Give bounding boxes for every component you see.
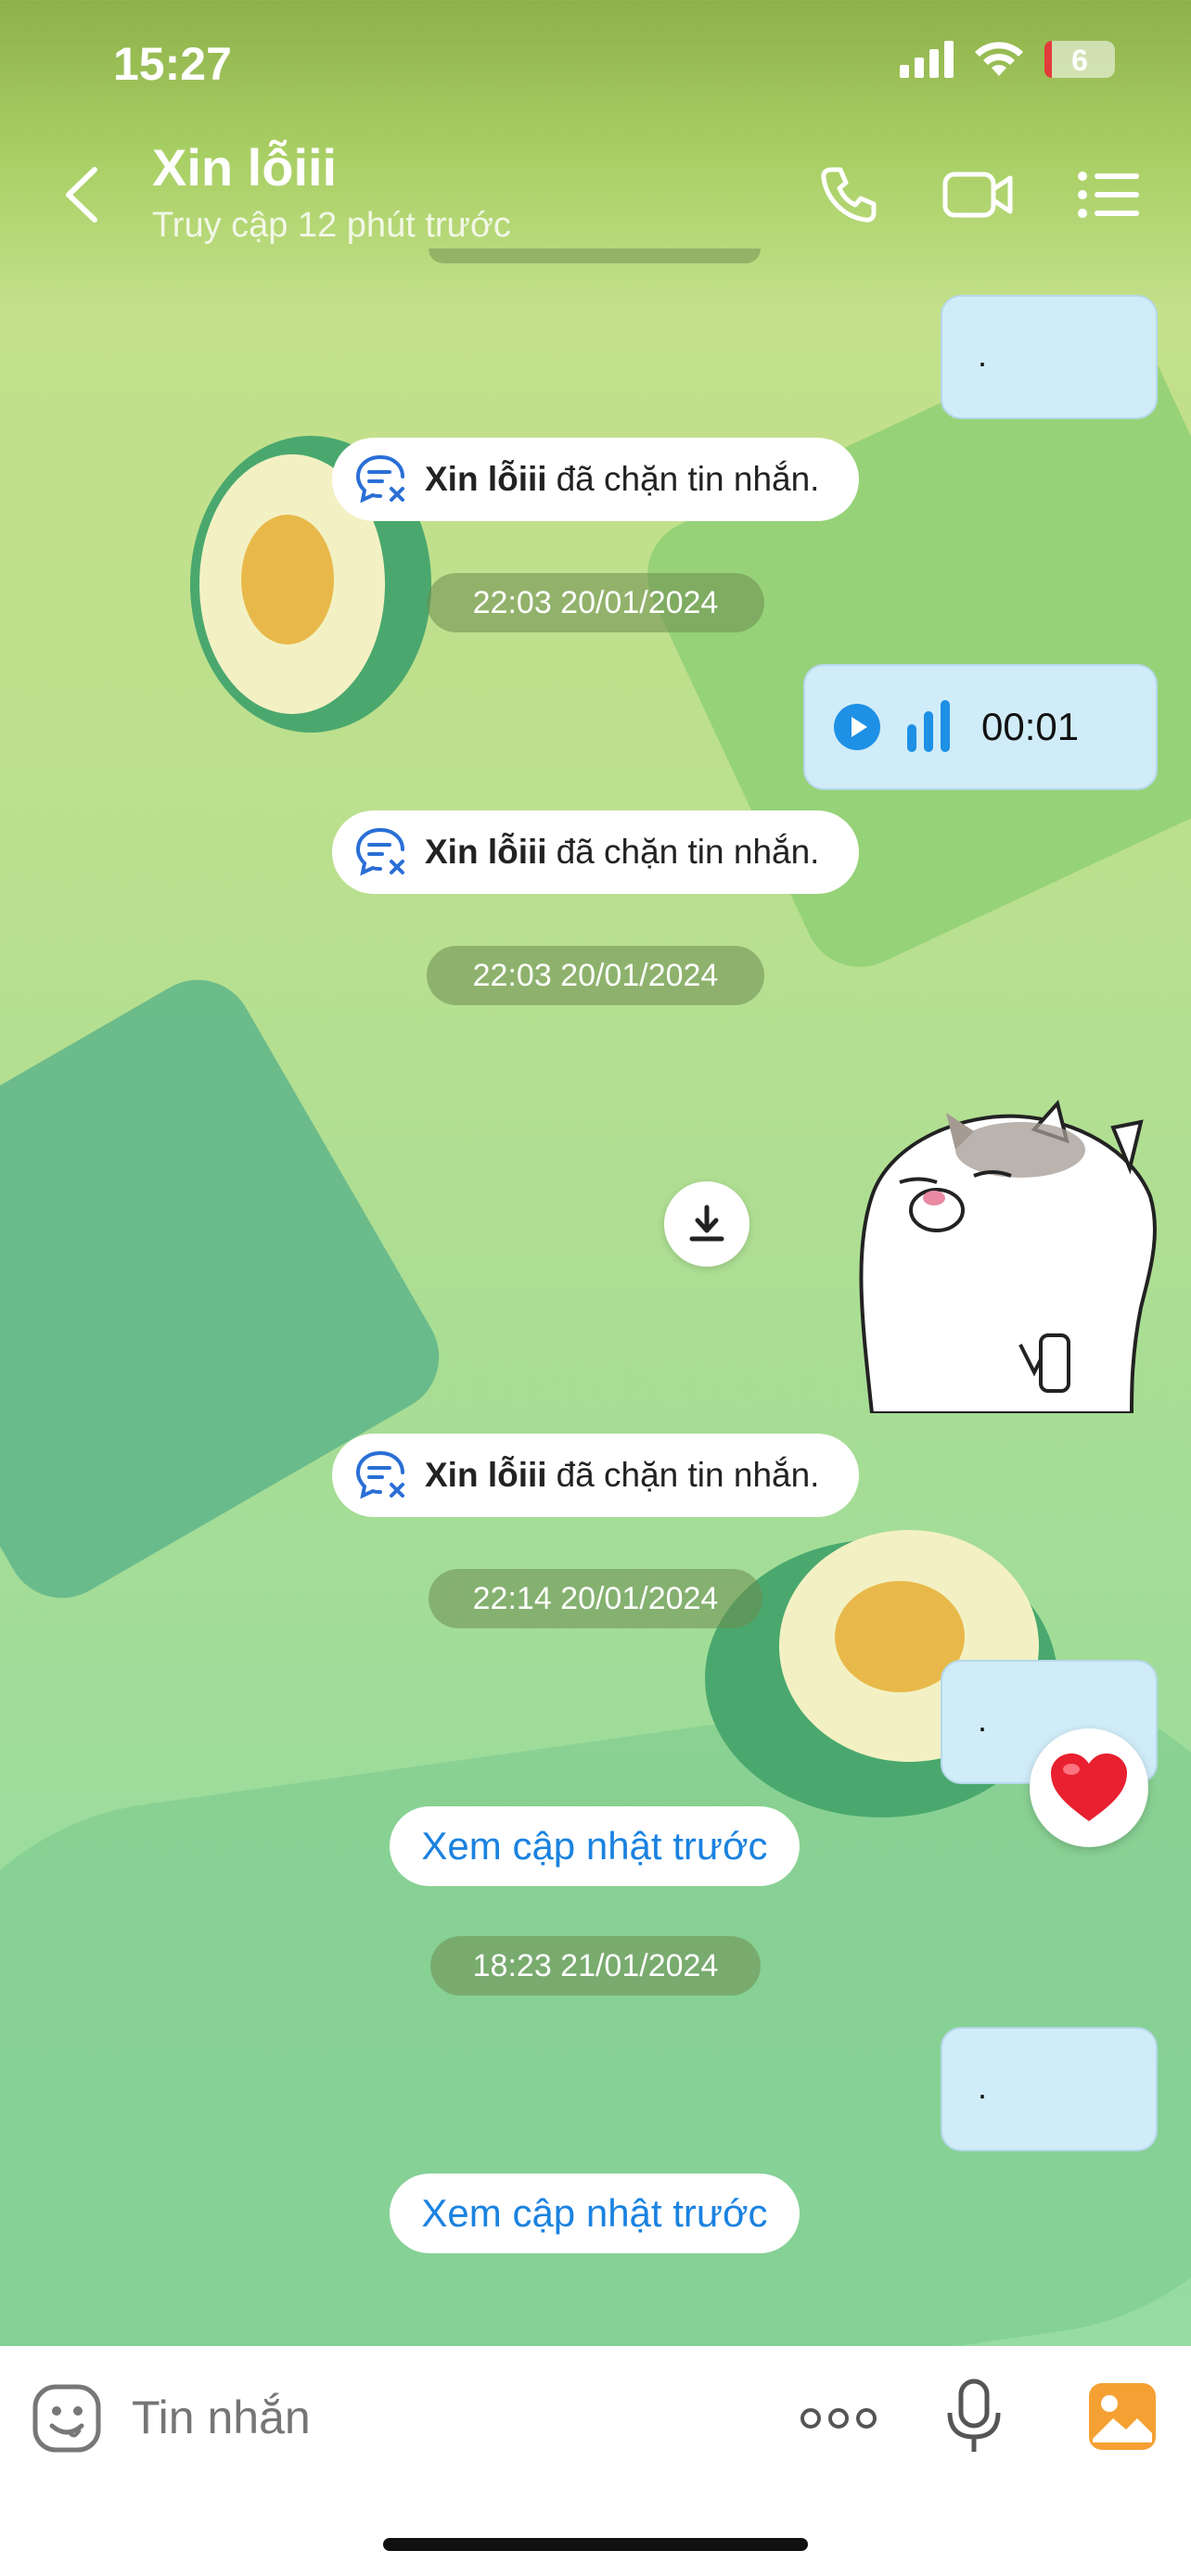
background-leaf-shape: [0, 959, 460, 1619]
heart-icon: [1051, 1753, 1127, 1821]
home-indicator: [383, 2538, 808, 2551]
photo-button[interactable]: [1087, 2381, 1158, 2452]
view-previous-updates-link[interactable]: Xem cập nhật trước: [390, 2174, 800, 2253]
sticker-button[interactable]: [32, 2383, 102, 2454]
notice-name: Xin lỗiii: [425, 833, 547, 871]
video-call-button[interactable]: [937, 153, 1020, 236]
status-time: 15:27: [113, 38, 232, 90]
call-button[interactable]: [807, 153, 890, 236]
partial-time-pill: [429, 249, 761, 263]
time-divider: 18:23 21/01/2024: [430, 1936, 761, 1996]
view-previous-updates-link[interactable]: Xem cập nhật trước: [390, 1806, 800, 1886]
microphone-icon: [947, 2378, 1001, 2452]
voice-duration: 00:01: [981, 705, 1080, 748]
message-text: .: [978, 2068, 988, 2106]
time-divider: 22:14 20/01/2024: [429, 1569, 762, 1628]
wifi-icon: [975, 42, 1023, 76]
reaction-badge[interactable]: [1030, 1728, 1148, 1847]
chat-title[interactable]: Xin lỗiii: [152, 137, 337, 198]
time-divider: 22:03 20/01/2024: [427, 573, 764, 632]
battery-icon: 6: [1044, 41, 1115, 78]
block-notice: Xin lỗiii đã chặn tin nhắn.: [332, 810, 859, 894]
menu-button[interactable]: [1067, 153, 1150, 236]
voice-record-button[interactable]: [944, 2378, 1004, 2455]
download-button[interactable]: [664, 1181, 749, 1267]
notice-text: đã chặn tin nhắn.: [556, 460, 820, 498]
back-button[interactable]: [56, 162, 111, 227]
phone-icon: [821, 167, 877, 223]
more-options-button[interactable]: [800, 2400, 877, 2437]
message-text: .: [978, 1701, 988, 1739]
chat-blocked-icon: [355, 455, 404, 504]
status-icons: 6: [900, 41, 1115, 78]
chevron-left-icon: [66, 167, 97, 223]
image-gallery-icon: [1089, 2383, 1156, 2450]
voice-message[interactable]: 00:01: [803, 664, 1158, 790]
block-notice: Xin lỗiii đã chặn tin nhắn.: [332, 438, 859, 521]
signal-icon: [900, 41, 954, 78]
emoji-icon: [32, 2384, 101, 2453]
notice-name: Xin lỗiii: [425, 460, 547, 498]
audio-wave-icon: [907, 700, 950, 752]
block-notice: Xin lỗiii đã chặn tin nhắn.: [332, 1434, 859, 1517]
cat-sticker[interactable]: [835, 1094, 1159, 1413]
background-cake-shape: [241, 515, 334, 644]
outgoing-message[interactable]: .: [941, 2027, 1158, 2151]
message-text: .: [978, 336, 988, 374]
last-seen-status: Truy cập 12 phút trước: [152, 206, 511, 245]
notice-text: đã chặn tin nhắn.: [556, 1456, 820, 1494]
video-camera-icon: [942, 172, 1013, 218]
battery-level: 6: [1071, 44, 1088, 77]
outgoing-message[interactable]: .: [941, 295, 1158, 419]
play-icon[interactable]: [833, 703, 881, 751]
notice-name: Xin lỗiii: [425, 1456, 547, 1494]
more-dots-icon: [800, 2408, 877, 2429]
time-divider: 22:03 20/01/2024: [427, 946, 764, 1005]
chat-blocked-icon: [355, 828, 404, 876]
list-menu-icon: [1078, 172, 1139, 218]
message-input[interactable]: [130, 2379, 653, 2455]
download-icon: [689, 1205, 724, 1242]
chat-blocked-icon: [355, 1451, 404, 1499]
notice-text: đã chặn tin nhắn.: [556, 833, 820, 871]
